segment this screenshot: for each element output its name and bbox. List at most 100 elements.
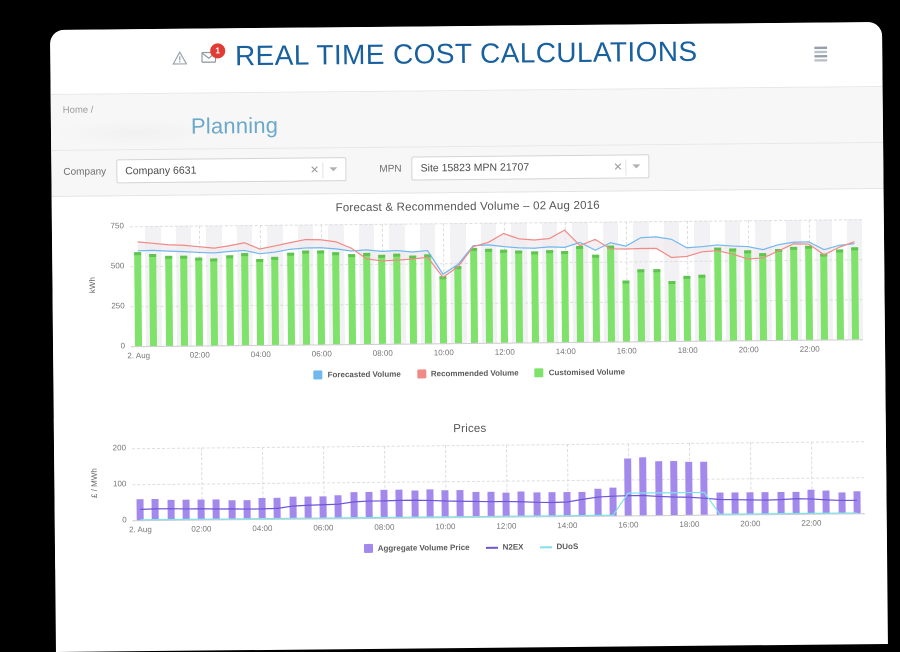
grid-menu-icon[interactable] [814,46,828,62]
chart-bar[interactable] [652,268,661,342]
chart-bar[interactable] [744,249,753,341]
chart-bar[interactable] [774,249,783,341]
chart-bar[interactable] [484,249,493,343]
chart-bar[interactable] [822,490,831,514]
chart-bar[interactable] [517,491,526,517]
chart-bar[interactable] [500,249,509,343]
chart-bar[interactable] [456,490,465,518]
chart-bar[interactable] [731,492,739,515]
volume-chart-plot[interactable]: 0 250 500 750 2. Aug 02:00 04:00 06:00 08:00 10:0… [52,209,885,369]
chart-bar[interactable] [350,491,358,519]
chart-bar[interactable] [683,275,692,341]
chart-bar[interactable] [792,491,800,514]
chart-bar[interactable] [789,247,798,340]
legend-item[interactable]: Customised Volume [534,367,625,378]
chart-bar[interactable] [700,461,709,515]
company-select[interactable]: Company 6631 ✕ [116,157,347,184]
chart-bar[interactable] [606,245,615,342]
chart-bar[interactable] [533,492,541,517]
chart-bar[interactable] [363,253,371,344]
chart-bar[interactable] [545,250,554,343]
chart-bar[interactable] [136,499,144,521]
chart-bar[interactable] [180,256,188,346]
chart-bar[interactable] [243,500,251,520]
chart-bar[interactable] [548,492,556,517]
chart-bar[interactable] [395,489,404,518]
prices-chart-plot[interactable]: 0 100 200 2. Aug 02:00 04:00 06:00 08:00 10:00 12… [54,431,887,543]
chart-bar[interactable] [561,251,570,343]
chart-bar[interactable] [576,246,585,342]
chevron-down-icon[interactable] [632,164,641,169]
chart-bar[interactable] [197,499,205,520]
chart-bar[interactable] [241,253,249,346]
chart-bar[interactable] [853,491,861,514]
chart-bar[interactable] [728,248,737,341]
chart-bar[interactable] [777,492,785,515]
chart-bar[interactable] [225,255,234,346]
chart-bar[interactable] [563,492,571,517]
chart-bar[interactable] [289,496,297,519]
chart-bar[interactable] [591,254,600,342]
chart-bar[interactable] [637,269,646,342]
chart-bar[interactable] [698,274,707,341]
chart-bar[interactable] [472,491,480,517]
chart-bar[interactable] [502,492,510,517]
chart-bar[interactable] [441,490,449,518]
chart-bar[interactable] [850,247,859,340]
chart-bar[interactable] [530,251,539,343]
chart-bar[interactable] [469,247,478,343]
chart-bar[interactable] [716,492,724,515]
chart-bar[interactable] [426,489,434,518]
chart-bar[interactable] [424,254,432,344]
chart-bar[interactable] [319,496,327,519]
chart-bar[interactable] [624,458,632,516]
chart-bar[interactable] [212,499,221,520]
chart-bar[interactable] [807,489,815,514]
chart-bar[interactable] [228,500,236,520]
chart-bar[interactable] [304,496,312,519]
chart-bar[interactable] [347,254,356,345]
chart-bar[interactable] [273,498,282,519]
chart-bar[interactable] [685,462,693,515]
legend-item[interactable]: Forecasted Volume [313,370,401,380]
chart-bar[interactable] [454,265,463,344]
chart-bar[interactable] [654,461,663,516]
chart-bar[interactable] [167,499,175,520]
chart-bar[interactable] [393,253,402,344]
chart-bar[interactable] [258,498,266,520]
chart-bar[interactable] [805,245,814,340]
chart-bar[interactable] [439,276,448,344]
chart-bar[interactable] [164,255,173,346]
chart-bar[interactable] [609,487,617,516]
chart-bar[interactable] [334,495,343,519]
chart-bar[interactable] [411,490,419,518]
chart-bar[interactable] [668,281,676,342]
chart-bar[interactable] [195,257,204,346]
chart-bar[interactable] [408,255,417,344]
chart-bar[interactable] [670,461,678,516]
clear-x-icon[interactable]: ✕ [310,162,319,178]
chart-bar[interactable] [365,491,373,518]
chart-bar[interactable] [820,253,829,340]
legend-item[interactable]: DUoS [539,542,578,551]
chart-bar[interactable] [594,488,602,516]
chart-bar[interactable] [286,252,295,345]
breadcrumb[interactable]: Home / [63,105,94,116]
legend-item[interactable]: N2EX [485,542,524,552]
mpn-select[interactable]: Site 15823 MPN 21707 ✕ [411,154,650,181]
chart-bar[interactable] [182,499,190,520]
chart-bar[interactable] [271,256,280,345]
chart-bar[interactable] [835,248,844,340]
chart-bar[interactable] [622,280,631,342]
chart-bar[interactable] [639,457,648,516]
chart-bar[interactable] [578,491,587,516]
chart-bar[interactable] [515,250,524,343]
chart-bar[interactable] [487,491,495,517]
chart-bar[interactable] [713,247,722,341]
chart-bar[interactable] [378,254,387,344]
chart-bar[interactable] [761,491,770,515]
chart-bar[interactable] [301,250,310,345]
legend-item[interactable]: Recommended Volume [416,369,519,379]
chart-bar[interactable] [210,258,219,346]
chart-bar[interactable] [380,489,388,518]
